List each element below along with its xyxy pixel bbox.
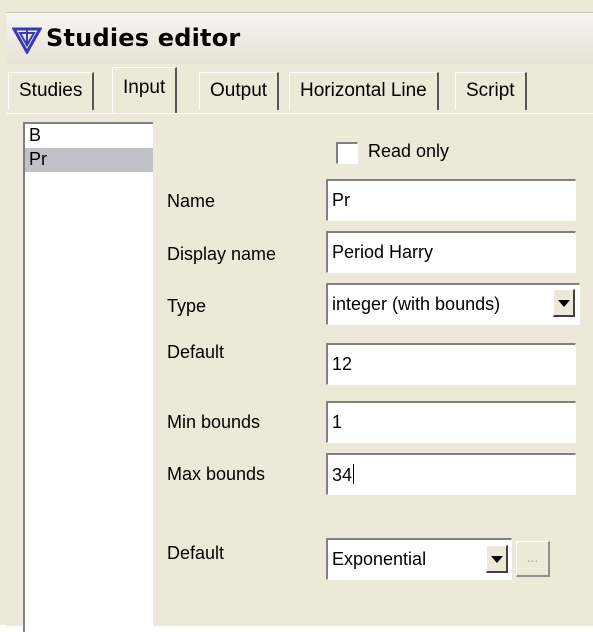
default-type-label: Default (167, 543, 225, 563)
default-type-select[interactable]: Exponential (326, 538, 512, 580)
list-item[interactable]: Pr (25, 148, 153, 172)
input-list[interactable]: B Pr (23, 122, 153, 632)
list-item[interactable]: B (25, 124, 153, 148)
display-name-field[interactable]: Period Harry (326, 231, 576, 273)
window-title: Studies editor (46, 24, 241, 52)
type-label: Type (167, 296, 207, 316)
type-select[interactable]: integer (with bounds) (326, 283, 580, 325)
tab-studies[interactable]: Studies (8, 72, 95, 110)
min-bounds-value: 1 (332, 412, 343, 432)
text-caret (353, 464, 355, 484)
read-only-label: Read only (368, 141, 450, 161)
default-label: Default (167, 342, 225, 362)
studies-logo-icon (12, 27, 42, 54)
default-type-value: Exponential (332, 549, 427, 569)
min-bounds-field[interactable]: 1 (326, 401, 576, 443)
tab-horizontal-line[interactable]: Horizontal Line (289, 72, 439, 110)
input-panel: B Pr Read only Name Pr Display name Peri… (6, 113, 593, 632)
min-bounds-label: Min bounds (167, 412, 261, 432)
max-bounds-field[interactable]: 34 (326, 453, 576, 495)
chevron-down-icon (491, 556, 503, 563)
max-bounds-label: Max bounds (167, 464, 266, 484)
tab-bar: Studies Input Output Horizontal Line Scr… (6, 64, 593, 114)
type-value: integer (with bounds) (332, 294, 501, 314)
default-type-dropdown-button[interactable] (486, 545, 508, 573)
name-label: Name (167, 191, 216, 211)
studies-editor-window: Studies editor Studies Input Output Hori… (0, 0, 593, 632)
tab-output[interactable]: Output (199, 72, 280, 110)
title-bar[interactable]: Studies editor (6, 12, 593, 64)
chevron-down-icon (558, 300, 570, 307)
display-name-label: Display name (167, 244, 277, 264)
name-field[interactable]: Pr (326, 179, 576, 221)
read-only-checkbox[interactable] (336, 142, 358, 164)
default-field[interactable]: 12 (326, 343, 576, 385)
type-dropdown-button[interactable] (553, 289, 575, 317)
max-bounds-value: 34 (332, 465, 353, 485)
display-name-value: Period Harry (332, 242, 434, 262)
default-value: 12 (332, 354, 353, 374)
tab-input[interactable]: Input (112, 67, 178, 113)
ellipsis-button[interactable]: ... (516, 541, 550, 577)
tab-script[interactable]: Script (455, 72, 527, 110)
name-value: Pr (332, 190, 350, 210)
